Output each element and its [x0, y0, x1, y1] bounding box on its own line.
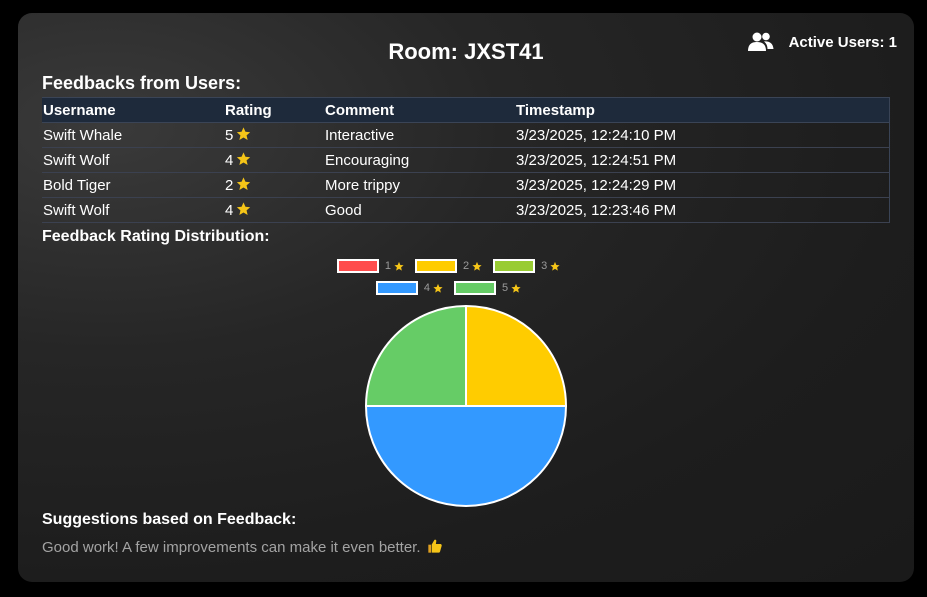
legend-item-1[interactable]: 1 — [336, 259, 405, 273]
rating-pie-chart — [364, 304, 568, 507]
distribution-title: Feedback Rating Distribution: — [42, 228, 270, 245]
timestamp-cell: 3/23/2025, 12:24:29 PM — [515, 172, 890, 198]
suggestion-text: Good work! A few improvements can make i… — [42, 539, 421, 556]
comment-cell: Good — [324, 197, 515, 223]
timestamp-cell: 3/23/2025, 12:24:10 PM — [515, 122, 890, 148]
rating-cell: 4 — [224, 147, 324, 173]
star-icon — [237, 152, 251, 165]
feedbacks-title: Feedbacks from Users: — [42, 73, 242, 93]
legend-swatch — [375, 281, 418, 295]
legend-label: 2 — [462, 260, 470, 272]
feedback-card: Room: JXST41 Active Users: 1 Feedbacks f… — [18, 13, 914, 582]
legend-label: 5 — [502, 282, 509, 294]
legend-item-4[interactable]: 4 — [375, 281, 444, 295]
pie-slice-rating-2[interactable] — [465, 304, 568, 407]
suggestion-text-line: Good work! A few improvements can make i… — [42, 538, 443, 556]
star-icon — [550, 261, 560, 271]
feedback-table: Username Rating Comment Timestamp Swift … — [42, 97, 890, 223]
star-icon — [237, 127, 251, 140]
legend-item-5[interactable]: 5 — [454, 281, 522, 295]
table-row: Bold Tiger 2 More trippy 3/23/2025, 12:2… — [42, 172, 890, 198]
star-icon — [237, 177, 251, 190]
rating-cell: 4 — [224, 197, 324, 223]
table-header-row: Username Rating Comment Timestamp — [42, 97, 890, 123]
legend-label: 4 — [423, 282, 430, 294]
pie-slice-rating-5[interactable] — [364, 304, 467, 407]
column-header-timestamp: Timestamp — [515, 97, 890, 123]
star-icon — [472, 261, 482, 271]
pie-slice-rating-4[interactable] — [364, 405, 568, 507]
column-header-username: Username — [42, 97, 224, 123]
column-header-rating: Rating — [224, 97, 324, 123]
chart-legend-row: 1 2 3 — [1, 259, 897, 273]
timestamp-cell: 3/23/2025, 12:24:51 PM — [515, 147, 890, 173]
users-icon — [747, 32, 774, 51]
timestamp-cell: 3/23/2025, 12:23:46 PM — [515, 197, 890, 223]
rating-value: 2 — [225, 177, 234, 194]
rating-value: 4 — [225, 202, 234, 219]
comment-cell: More trippy — [324, 172, 515, 198]
rating-value: 4 — [225, 152, 234, 169]
comment-cell: Encouraging — [324, 147, 515, 173]
table-row: Swift Whale 5 Interactive 3/23/2025, 12:… — [42, 122, 890, 148]
legend-swatch — [414, 259, 457, 273]
username-cell: Swift Wolf — [42, 197, 224, 223]
username-cell: Swift Wolf — [42, 147, 224, 173]
star-icon — [237, 202, 251, 215]
legend-item-2[interactable]: 2 — [414, 259, 483, 273]
legend-swatch — [454, 281, 496, 295]
rating-cell: 5 — [224, 122, 324, 148]
star-icon — [433, 283, 443, 293]
legend-label: 1 — [384, 260, 391, 272]
column-header-comment: Comment — [324, 97, 515, 123]
rating-value: 5 — [225, 127, 234, 144]
star-icon — [394, 261, 404, 271]
rating-cell: 2 — [224, 172, 324, 198]
thumbs-up-icon — [427, 539, 442, 553]
active-users-label: Active Users: 1 — [788, 33, 897, 51]
comment-cell: Interactive — [324, 122, 515, 148]
star-icon — [511, 283, 521, 293]
username-cell: Bold Tiger — [42, 172, 224, 198]
table-row: Swift Wolf 4 Encouraging 3/23/2025, 12:2… — [42, 147, 890, 173]
active-users-indicator: Active Users: 1 — [747, 31, 897, 53]
legend-swatch — [493, 259, 536, 273]
legend-item-3[interactable]: 3 — [493, 259, 561, 273]
username-cell: Swift Whale — [42, 122, 224, 148]
suggestions-title: Suggestions based on Feedback: — [42, 511, 297, 528]
chart-legend-row: 4 5 — [1, 281, 897, 295]
legend-label: 3 — [541, 260, 548, 272]
table-row: Swift Wolf 4 Good 3/23/2025, 12:23:46 PM — [42, 197, 890, 223]
legend-swatch — [336, 259, 379, 273]
